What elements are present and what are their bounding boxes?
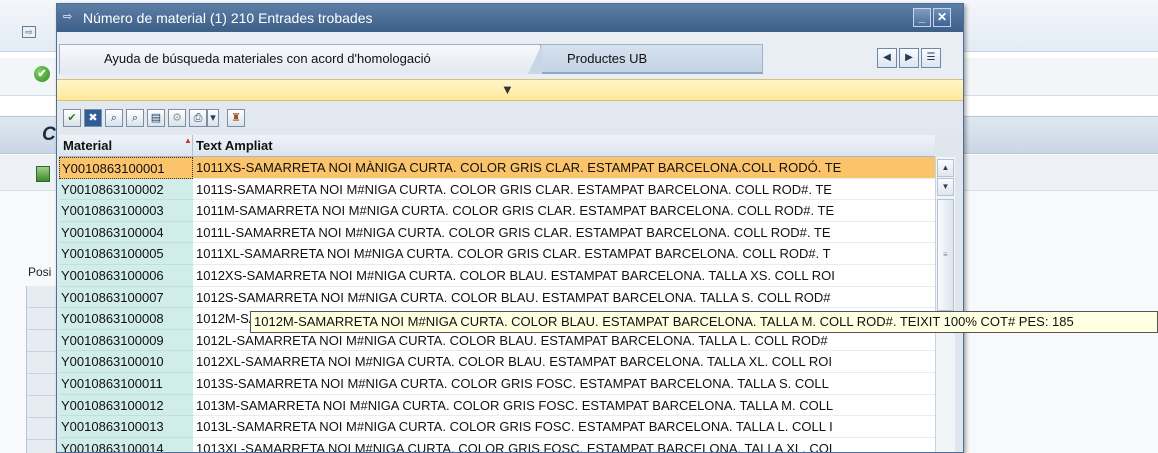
- cell-text-ampliat[interactable]: 1013S-SAMARRETA NOI M#NIGA CURTA. COLOR …: [193, 372, 935, 395]
- personal-list-icon[interactable]: ♜: [227, 109, 245, 127]
- cell-text-ampliat[interactable]: 1012XS-SAMARRETA NOI M#NIGA CURTA. COLOR…: [193, 264, 935, 287]
- cell-tooltip: 1012M-SAMARRETA NOI M#NIGA CURTA. COLOR …: [250, 311, 1158, 333]
- cell-material[interactable]: Y0010863100003: [59, 200, 193, 222]
- cell-material[interactable]: Y0010863100007: [59, 286, 193, 309]
- table-row[interactable]: Y0010863100001 1011XS-SAMARRETA NOI MÀNIG…: [59, 157, 935, 179]
- cell-text-ampliat[interactable]: 1011L-SAMARRETA NOI M#NIGA CURTA. COLOR …: [193, 221, 935, 244]
- table-row[interactable]: Y0010863100003 1011M-SAMARRETA NOI M#NIGA…: [59, 200, 935, 222]
- cell-text-ampliat[interactable]: 1013L-SAMARRETA NOI M#NIGA CURTA. COLOR …: [193, 416, 935, 438]
- table-row[interactable]: Y0010863100012 1013M-SAMARRETA NOI M#NIGA…: [59, 394, 935, 417]
- restriction-bar[interactable]: ▼: [57, 79, 963, 101]
- cell-material[interactable]: Y0010863100001: [59, 157, 193, 179]
- table-row[interactable]: Y0010863100014 1013XL-SAMARRETA NOI M#NIG…: [59, 437, 935, 452]
- position-label: Posi: [28, 265, 52, 279]
- scroll-down-icon[interactable]: ▼: [937, 178, 954, 196]
- minimize-button[interactable]: _: [913, 8, 931, 27]
- arrow-right-icon[interactable]: ▶: [899, 48, 919, 68]
- dropdown-icon[interactable]: ▾: [207, 109, 219, 127]
- cell-text-ampliat[interactable]: 1011XL-SAMARRETA NOI M#NIGA CURTA. COLOR…: [193, 243, 935, 265]
- search-help-dialog: ⇨ Número de material (1) 210 Entrades tr…: [56, 3, 964, 453]
- tab-productes-ub[interactable]: Productes UB: [528, 44, 763, 74]
- cell-material[interactable]: Y0010863100005: [59, 243, 193, 265]
- dialog-icon: ⇨: [63, 11, 73, 23]
- cell-text-ampliat[interactable]: 1012XL-SAMARRETA NOI M#NIGA CURTA. COLOR…: [193, 351, 935, 373]
- cell-material[interactable]: Y0010863100008: [59, 308, 193, 330]
- export-icon[interactable]: ▤: [147, 109, 165, 127]
- cell-text-ampliat[interactable]: 1013XL-SAMARRETA NOI M#NIGA CURTA. COLOR…: [193, 437, 935, 452]
- close-button[interactable]: ✕: [933, 8, 951, 27]
- tab-navigation: ◀ ▶ ☰: [877, 48, 943, 70]
- document-icon[interactable]: [36, 166, 50, 182]
- cell-material[interactable]: Y0010863100002: [59, 178, 193, 201]
- cell-text-ampliat[interactable]: 1011S-SAMARRETA NOI M#NIGA CURTA. COLOR …: [193, 178, 935, 201]
- dialog-title: Número de material (1) 210 Entrades trob…: [83, 10, 373, 26]
- alv-toolbar: ✔ ✖ ⌕ ⌕ ▤ ⚙ ⎙ ▾ ♜: [57, 101, 963, 135]
- checkmark-icon[interactable]: ✔: [63, 109, 81, 127]
- scrollbar-thumb[interactable]: ≡: [937, 199, 954, 311]
- sort-ascending-icon: ▲: [184, 136, 192, 145]
- cell-text-ampliat[interactable]: 1011M-SAMARRETA NOI M#NIGA CURTA. COLOR …: [193, 200, 935, 222]
- dialog-title-bar[interactable]: ⇨ Número de material (1) 210 Entrades tr…: [57, 4, 963, 32]
- cell-material[interactable]: Y0010863100013: [59, 416, 193, 438]
- arrow-left-icon[interactable]: ◀: [877, 48, 897, 68]
- scroll-up-icon[interactable]: ▲: [937, 159, 954, 177]
- table-row[interactable]: Y0010863100002 1011S-SAMARRETA NOI M#NIGA…: [59, 178, 935, 201]
- cell-material[interactable]: Y0010863100012: [59, 394, 193, 417]
- background-title: C: [42, 124, 56, 145]
- cell-material[interactable]: Y0010863100014: [59, 437, 193, 452]
- grid-header: Material ▲ Text Ampliat: [59, 135, 935, 157]
- tab-ayuda-busqueda[interactable]: Ayuda de búsqueda materiales con acord d…: [59, 44, 541, 74]
- filter-icon[interactable]: ▼: [501, 83, 514, 97]
- cell-text-ampliat[interactable]: 1013M-SAMARRETA NOI M#NIGA CURTA. COLOR …: [193, 394, 935, 417]
- table-row[interactable]: Y0010863100013 1013L-SAMARRETA NOI M#NIGA…: [59, 416, 935, 438]
- tab-list-icon[interactable]: ☰: [921, 48, 941, 68]
- print-icon[interactable]: ⎙: [189, 109, 207, 127]
- cell-material[interactable]: Y0010863100004: [59, 221, 193, 244]
- cell-text-ampliat[interactable]: 1011XS-SAMARRETA NOI MÀNIGA CURTA. COLOR…: [193, 157, 935, 179]
- column-separator[interactable]: [192, 135, 193, 157]
- column-header-text-ampliat[interactable]: Text Ampliat: [196, 138, 273, 153]
- table-row[interactable]: Y0010863100005 1011XL-SAMARRETA NOI M#NIG…: [59, 243, 935, 265]
- table-row[interactable]: Y0010863100011 1013S-SAMARRETA NOI M#NIGA…: [59, 372, 935, 395]
- table-row[interactable]: Y0010863100007 1012S-SAMARRETA NOI M#NIGA…: [59, 286, 935, 309]
- cell-material[interactable]: Y0010863100006: [59, 264, 193, 287]
- cell-text-ampliat[interactable]: 1012S-SAMARRETA NOI M#NIGA CURTA. COLOR …: [193, 286, 935, 309]
- check-circle-icon[interactable]: ✔: [34, 66, 50, 82]
- table-row[interactable]: Y0010863100006 1012XS-SAMARRETA NOI M#NIG…: [59, 264, 935, 287]
- grid-rows: Y0010863100001 1011XS-SAMARRETA NOI MÀNIG…: [59, 157, 935, 452]
- table-row[interactable]: Y0010863100010 1012XL-SAMARRETA NOI M#NIG…: [59, 351, 935, 373]
- column-header-material[interactable]: Material: [63, 138, 112, 153]
- exit-icon[interactable]: ⇨: [22, 26, 36, 38]
- settings-icon[interactable]: ⚙: [168, 109, 186, 127]
- cell-material[interactable]: Y0010863100009: [59, 329, 193, 352]
- cell-material[interactable]: Y0010863100010: [59, 351, 193, 373]
- vertical-scrollbar[interactable]: ▲ ▼ ≡: [935, 157, 955, 452]
- cancel-icon[interactable]: ✖: [84, 109, 102, 127]
- table-row[interactable]: Y0010863100004 1011L-SAMARRETA NOI M#NIGA…: [59, 221, 935, 244]
- background-grid: [26, 286, 60, 453]
- results-grid: Material ▲ Text Ampliat Y0010863100001 10…: [59, 135, 935, 452]
- find-icon[interactable]: ⌕: [105, 109, 123, 127]
- find-next-icon[interactable]: ⌕: [126, 109, 144, 127]
- tab-strip: Ayuda de búsqueda materiales con acord d…: [57, 32, 963, 79]
- cell-material[interactable]: Y0010863100011: [59, 372, 193, 395]
